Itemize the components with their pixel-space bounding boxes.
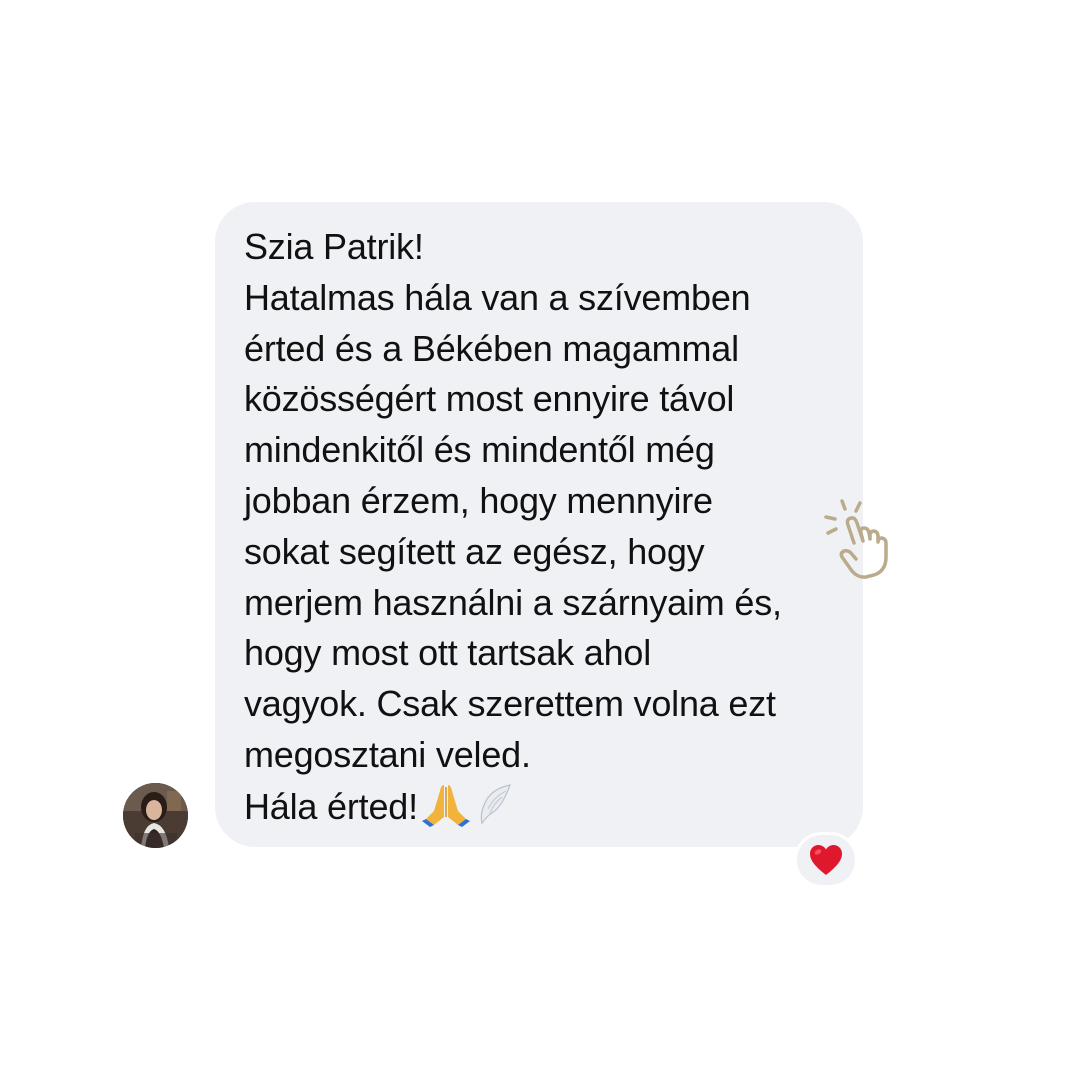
message-line: jobban érzem, hogy mennyire (244, 479, 713, 521)
message-bubble[interactable]: Szia Patrik! Hatalmas hála van a szívemb… (215, 202, 863, 847)
praying-hands-emoji (421, 784, 470, 827)
message-line: merjem használni a szárnyaim és, (244, 581, 782, 623)
message-last-line: Hála érted! (244, 781, 839, 833)
message-line: hogy most ott tartsak ahol (244, 632, 652, 674)
message-line: mindenkitől és mindentől még (244, 429, 715, 471)
heart-reaction[interactable] (794, 832, 858, 888)
message-line: közösségért most ennyire távol (244, 378, 735, 420)
message-line: Hatalmas hála van a szívemben (244, 276, 751, 318)
message-line: vagyok. Csak szerettem volna ezt (244, 683, 776, 725)
avatar[interactable] (123, 783, 188, 848)
wing-emoji (480, 783, 511, 825)
message-line: érted és a Békében magammal (244, 327, 739, 369)
profile-photo (123, 783, 188, 848)
message-line: megosztani veled. (244, 733, 531, 775)
message-last-text: Hála érted! (244, 785, 418, 827)
message-line: sokat segített az egész, hogy (244, 530, 705, 572)
heart-icon (810, 845, 842, 875)
tap-hand-icon (824, 499, 888, 579)
message-line: Szia Patrik! (244, 226, 424, 267)
